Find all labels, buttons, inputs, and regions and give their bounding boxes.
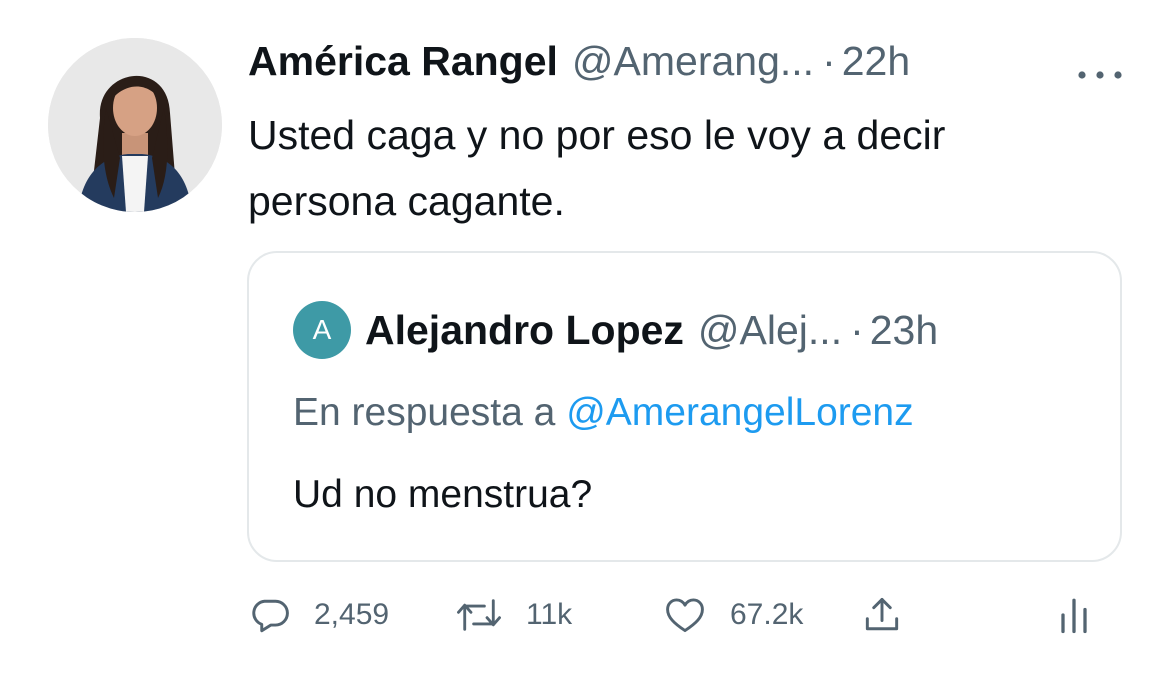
tweet-card: América Rangel @Amerang... · 22h Usted c…	[0, 0, 1170, 679]
quoted-tweet-text: Ud no menstrua?	[293, 473, 593, 516]
quoted-tweet[interactable]: A Alejandro Lopez @Alej... · 23h En resp…	[247, 251, 1122, 562]
more-dots-icon[interactable]	[1072, 50, 1128, 79]
tweet-text-line: Usted caga y no por eso le voy a decir	[248, 112, 946, 158]
author-handle[interactable]: @Amerang...	[572, 38, 814, 85]
like-button[interactable]: 67.2k	[662, 590, 803, 640]
speech-bubble-icon	[248, 593, 292, 637]
quoted-author-handle: @Alej...	[697, 306, 843, 353]
action-bar: 2,459 11k 67.2k	[248, 590, 1128, 640]
bar-chart-icon	[1056, 593, 1092, 637]
reply-button[interactable]: 2,459	[248, 590, 389, 640]
quoted-author-name: Alejandro Lopez	[365, 306, 684, 353]
author-photo	[48, 38, 222, 212]
reply-prefix: En respuesta a	[293, 391, 556, 434]
share-button[interactable]	[860, 590, 904, 640]
heart-icon	[662, 593, 708, 637]
author-avatar[interactable]	[48, 38, 222, 212]
reply-context: En respuesta a @AmerangelLorenz	[293, 391, 914, 435]
reply-mention-link[interactable]: @AmerangelLorenz	[566, 391, 913, 434]
header-separator: ·	[822, 37, 836, 84]
author-name[interactable]: América Rangel	[248, 38, 558, 85]
tweet-timestamp[interactable]: 22h	[842, 38, 910, 85]
quoted-header-separator: ·	[850, 306, 864, 353]
retweet-arrows-icon	[454, 593, 504, 637]
quoted-tweet-header: A Alejandro Lopez @Alej... · 23h	[293, 301, 939, 359]
analytics-button[interactable]	[1056, 590, 1092, 640]
tweet-text: Usted caga y no por eso le voy a decir p…	[248, 102, 1128, 234]
share-upload-icon	[860, 593, 904, 637]
reply-count: 2,459	[314, 598, 390, 631]
retweet-count: 11k	[526, 598, 573, 631]
retweet-button[interactable]: 11k	[454, 590, 572, 640]
quoted-timestamp: 23h	[869, 306, 939, 353]
tweet-header: América Rangel @Amerang... · 22h	[248, 36, 1128, 86]
tweet-text-line: persona cagante.	[248, 178, 565, 224]
quoted-author-avatar: A	[293, 301, 351, 359]
like-count: 67.2k	[730, 598, 804, 631]
